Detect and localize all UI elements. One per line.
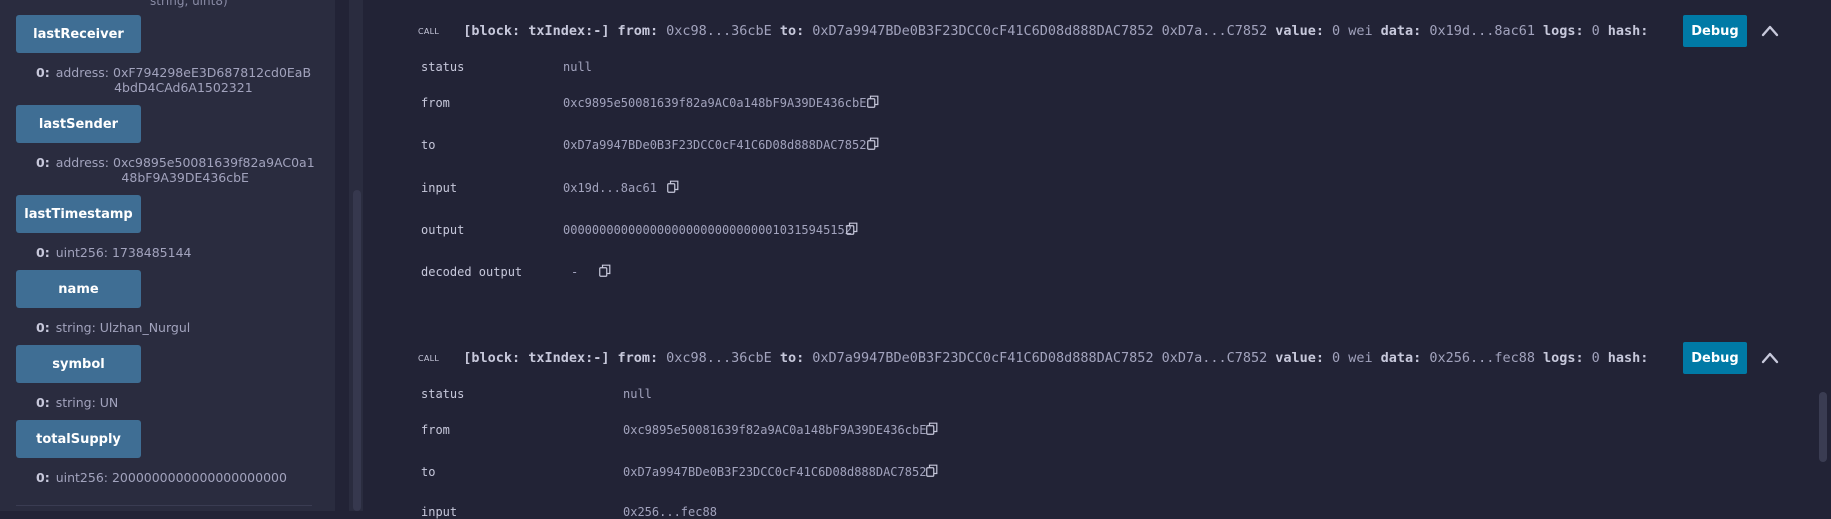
name-button[interactable]: name [16, 270, 141, 308]
row-key-to: to [421, 465, 436, 479]
tx-block: [block: txIndex:-] [463, 23, 610, 39]
last-receiver-output: 0: address: 0xF794298eE3D687812cd0EaB 4bdD… [36, 65, 311, 95]
data-label: data: [1380, 350, 1422, 366]
row-value-to: 0xD7a9947BDe0B3F23DCC0cF41C6D08d888DAC78… [623, 465, 927, 479]
logs-value: 0 [1591, 350, 1600, 366]
output-line: 4bdD4CAd6A1502321 [114, 80, 253, 95]
value: 0 wei [1332, 350, 1373, 366]
call-tag: CALL [418, 353, 440, 363]
symbol-button[interactable]: symbol [16, 345, 141, 383]
row-key-to: to [421, 138, 436, 152]
terminal-scrollbar-thumb[interactable] [1819, 392, 1827, 462]
output-index: 0: [36, 395, 50, 410]
row-key-output: output [421, 223, 465, 237]
tx-header[interactable]: CALL [block: txIndex:-] from: 0xc98...36… [418, 346, 1648, 370]
output-index: 0: [36, 65, 50, 80]
copy-icon[interactable] [867, 95, 879, 108]
row-value-input: 0x256...fec88 [623, 505, 717, 519]
output-index: 0: [36, 245, 50, 260]
row-value-from: 0xc9895e50081639f82a9AC0a148bF9A39DE436c… [563, 96, 867, 110]
output-line: string: UN [55, 395, 119, 410]
copy-icon[interactable] [846, 222, 858, 235]
tx-header[interactable]: CALL [block: txIndex:-] from: 0xc98...36… [418, 19, 1648, 43]
data-value: 0x256...fec88 [1429, 350, 1535, 366]
value-label: value: [1275, 23, 1325, 39]
left-scrollbar-thumb[interactable] [353, 190, 361, 511]
logs-value: 0 [1591, 23, 1600, 39]
row-value-decoded-output: - [571, 265, 579, 279]
output-line: address: 0xc9895e50081639f82a9AC0a1 [55, 155, 315, 170]
from-label: from: [617, 350, 659, 366]
from-short: 0xc98...36cbE [666, 350, 772, 366]
row-key-status: status [421, 387, 465, 401]
row-value-status: null [563, 60, 592, 74]
name-output: 0: string: Ulzhan_Nurgul [36, 320, 190, 335]
symbol-output: 0: string: UN [36, 395, 118, 410]
output-line: address: 0xF794298eE3D687812cd0EaB [55, 65, 312, 80]
data-label: data: [1380, 23, 1422, 39]
to-label: to: [779, 23, 805, 39]
from-label: from: [617, 23, 659, 39]
to-short: 0xD7a...C7852 [1161, 350, 1268, 366]
row-value-status: null [623, 387, 652, 401]
copy-icon[interactable] [867, 137, 879, 150]
last-receiver-button[interactable]: lastReceiver [16, 15, 141, 53]
debug-button[interactable]: Debug [1683, 15, 1747, 47]
logs-label: logs: [1542, 23, 1584, 39]
logs-label: logs: [1542, 350, 1584, 366]
copy-icon[interactable] [599, 264, 611, 277]
output-line: string: Ulzhan_Nurgul [55, 320, 191, 335]
row-value-input: 0x19d...8ac61 [563, 181, 657, 195]
output-line: uint256: 2000000000000000000000 [55, 470, 287, 485]
row-key-from: from [421, 96, 450, 110]
value: 0 wei [1332, 23, 1373, 39]
total-supply-button[interactable]: totalSupply [16, 420, 141, 458]
row-value-output: 0000000000000000000000000000010315945152 [563, 223, 852, 237]
last-timestamp-button[interactable]: lastTimestamp [16, 195, 141, 233]
divider [16, 505, 312, 506]
copy-icon[interactable] [926, 464, 938, 477]
data-value: 0x19d...8ac61 [1429, 23, 1535, 39]
row-key-status: status [421, 60, 465, 74]
to-label: to: [779, 350, 805, 366]
total-supply-output: 0: uint256: 2000000000000000000000 [36, 470, 287, 485]
row-key-from: from [421, 423, 450, 437]
value-label: value: [1275, 350, 1325, 366]
terminal-panel [363, 0, 1811, 511]
to-full: 0xD7a9947BDe0B3F23DCC0cF41C6D08d888DAC78… [812, 23, 1154, 39]
row-key-input: input [421, 505, 458, 519]
output-index: 0: [36, 155, 50, 170]
hash-label: hash: [1607, 350, 1649, 366]
tx-block: [block: txIndex:-] [463, 350, 610, 366]
row-value-to: 0xD7a9947BDe0B3F23DCC0cF41C6D08d888DAC78… [563, 138, 867, 152]
call-tag: CALL [418, 26, 440, 36]
chevron-up-icon[interactable] [1760, 348, 1780, 368]
chevron-up-icon[interactable] [1760, 21, 1780, 41]
to-short: 0xD7a...C7852 [1161, 23, 1268, 39]
copy-icon[interactable] [667, 180, 679, 193]
clipped-output-text: string, uint8) [150, 0, 228, 8]
hash-label: hash: [1607, 23, 1649, 39]
output-line: uint256: 1738485144 [55, 245, 192, 260]
deployed-contract-panel: string, uint8) lastReceiver 0: address: 0… [0, 0, 335, 511]
row-key-input: input [421, 181, 458, 195]
last-sender-output: 0: address: 0xc9895e50081639f82a9AC0a1 48b… [36, 155, 315, 185]
last-sender-button[interactable]: lastSender [16, 105, 141, 143]
output-line: 48bF9A39DE436cbE [121, 170, 249, 185]
output-index: 0: [36, 320, 50, 335]
copy-icon[interactable] [926, 422, 938, 435]
output-index: 0: [36, 470, 50, 485]
row-value-from: 0xc9895e50081639f82a9AC0a148bF9A39DE436c… [623, 423, 927, 437]
row-key-decoded-output: decoded output [421, 265, 523, 279]
debug-button[interactable]: Debug [1683, 342, 1747, 374]
last-timestamp-output: 0: uint256: 1738485144 [36, 245, 192, 260]
to-full: 0xD7a9947BDe0B3F23DCC0cF41C6D08d888DAC78… [812, 350, 1154, 366]
from-short: 0xc98...36cbE [666, 23, 772, 39]
